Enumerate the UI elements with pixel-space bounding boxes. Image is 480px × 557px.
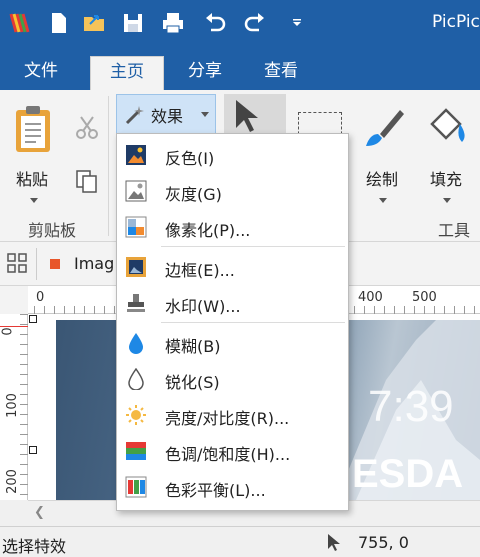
watermark-stamp-icon bbox=[125, 292, 147, 314]
document-color-marker bbox=[50, 259, 60, 269]
pointer-icon bbox=[326, 533, 342, 551]
menu-item-pixelate[interactable]: 像素化(P)... bbox=[117, 210, 348, 244]
status-bar: 选择特效 755, 0 bbox=[0, 526, 480, 556]
new-file-icon[interactable] bbox=[46, 10, 72, 36]
menu-item-label: 模糊(B) bbox=[165, 337, 221, 356]
paste-dropdown-icon[interactable] bbox=[30, 198, 38, 203]
document-tab-label[interactable]: Imag bbox=[74, 254, 114, 273]
ruler-tick: 0 bbox=[36, 290, 45, 305]
tab-share[interactable]: 分享 bbox=[172, 56, 238, 90]
menu-item-blur[interactable]: 模糊(B) bbox=[117, 326, 348, 360]
grid-view-icon[interactable] bbox=[6, 252, 28, 274]
resize-handle[interactable] bbox=[29, 446, 37, 454]
menu-item-brightness-contrast[interactable]: 亮度/对比度(R)... bbox=[117, 398, 348, 432]
tab-divider bbox=[36, 248, 37, 280]
sharpen-drop-icon bbox=[125, 367, 147, 391]
menu-item-label: 水印(W)... bbox=[165, 297, 241, 316]
effects-button[interactable]: 效果 bbox=[116, 94, 216, 134]
menu-item-label: 边框(E)... bbox=[165, 261, 235, 280]
status-text: 选择特效 bbox=[2, 537, 67, 556]
ruler-tick: 100 bbox=[4, 393, 20, 418]
redo-icon[interactable] bbox=[242, 10, 268, 36]
cut-icon[interactable] bbox=[74, 114, 100, 140]
fill-dropdown-icon[interactable] bbox=[443, 198, 451, 203]
save-icon[interactable] bbox=[120, 10, 146, 36]
undo-icon[interactable] bbox=[202, 10, 228, 36]
menu-item-invert[interactable]: 反色(I) bbox=[117, 138, 348, 172]
vertical-ruler: 0 100 200 bbox=[0, 314, 28, 500]
menu-item-label: 亮度/对比度(R)... bbox=[165, 409, 290, 428]
print-icon[interactable] bbox=[160, 10, 186, 36]
frame-icon bbox=[125, 256, 147, 278]
invert-icon bbox=[125, 144, 147, 166]
menu-item-color-balance[interactable]: 色彩平衡(L)... bbox=[117, 470, 348, 504]
draw-label: 绘制 bbox=[366, 170, 399, 189]
select-arrow-button[interactable] bbox=[224, 94, 286, 138]
brightness-sun-icon bbox=[125, 404, 147, 426]
blur-drop-icon bbox=[125, 332, 147, 354]
menu-item-hue-saturation[interactable]: 色调/饱和度(H)... bbox=[117, 434, 348, 468]
menu-separator bbox=[161, 322, 345, 323]
menu-separator bbox=[161, 246, 345, 247]
effects-menu: 反色(I) 灰度(G) 像素化(P)... 边框(E)... 水印(W)... … bbox=[116, 133, 349, 511]
menu-item-sharpen[interactable]: 锐化(S) bbox=[117, 362, 348, 396]
tools-group-label: 工具 bbox=[438, 221, 471, 240]
hue-saturation-icon bbox=[125, 440, 147, 462]
tab-file[interactable]: 文件 bbox=[8, 56, 74, 90]
paste-button[interactable] bbox=[12, 104, 56, 154]
effects-label: 效果 bbox=[151, 107, 184, 126]
menu-item-watermark[interactable]: 水印(W)... bbox=[117, 286, 348, 320]
fill-label: 填充 bbox=[430, 170, 463, 189]
ruler-corner bbox=[0, 286, 28, 314]
scroll-left-icon[interactable]: ❮ bbox=[34, 505, 45, 520]
ruler-tick: 0 bbox=[0, 327, 16, 336]
fill-bucket-icon[interactable] bbox=[422, 102, 472, 152]
ruler-tick: 400 bbox=[358, 290, 383, 305]
menu-item-label: 色调/饱和度(H)... bbox=[165, 445, 291, 464]
lockscreen-day: ESDA bbox=[352, 452, 464, 496]
menu-item-grayscale[interactable]: 灰度(G) bbox=[117, 174, 348, 208]
tab-home[interactable]: 主页 bbox=[90, 56, 164, 90]
customize-icon[interactable] bbox=[284, 10, 310, 36]
open-folder-icon[interactable] bbox=[82, 10, 108, 36]
menu-item-label: 灰度(G) bbox=[165, 185, 222, 204]
ribbon-tabs: 文件 主页 分享 查看 bbox=[0, 48, 480, 90]
color-balance-icon bbox=[125, 476, 147, 498]
app-logo-icon[interactable] bbox=[8, 10, 34, 36]
pixelate-icon bbox=[125, 216, 147, 238]
menu-item-frame[interactable]: 边框(E)... bbox=[117, 250, 348, 284]
menu-item-label: 反色(I) bbox=[165, 149, 215, 168]
ruler-tick: 200 bbox=[4, 469, 20, 494]
effects-dropdown-icon bbox=[201, 112, 209, 117]
ruler-tick: 500 bbox=[412, 290, 437, 305]
app-title: PicPic bbox=[432, 12, 480, 32]
cursor-coordinates: 755, 0 bbox=[358, 533, 409, 552]
group-divider bbox=[108, 96, 109, 236]
brush-icon[interactable] bbox=[360, 104, 406, 152]
menu-item-label: 色彩平衡(L)... bbox=[165, 481, 266, 500]
grayscale-icon bbox=[125, 180, 147, 202]
lockscreen-time: 7:39 bbox=[368, 382, 454, 431]
title-bar: PicPic bbox=[0, 0, 480, 48]
tab-view[interactable]: 查看 bbox=[248, 56, 314, 90]
ruler-position-marker bbox=[0, 326, 28, 327]
ruler-marks bbox=[20, 314, 28, 500]
effects-wand-icon bbox=[123, 103, 147, 127]
draw-dropdown-icon[interactable] bbox=[379, 198, 387, 203]
clipboard-group-label: 剪贴板 bbox=[28, 221, 77, 240]
paste-label: 粘贴 bbox=[16, 170, 49, 189]
resize-handle[interactable] bbox=[29, 315, 37, 323]
menu-item-label: 锐化(S) bbox=[165, 373, 220, 392]
copy-icon[interactable] bbox=[74, 168, 100, 194]
menu-item-label: 像素化(P)... bbox=[165, 221, 251, 240]
